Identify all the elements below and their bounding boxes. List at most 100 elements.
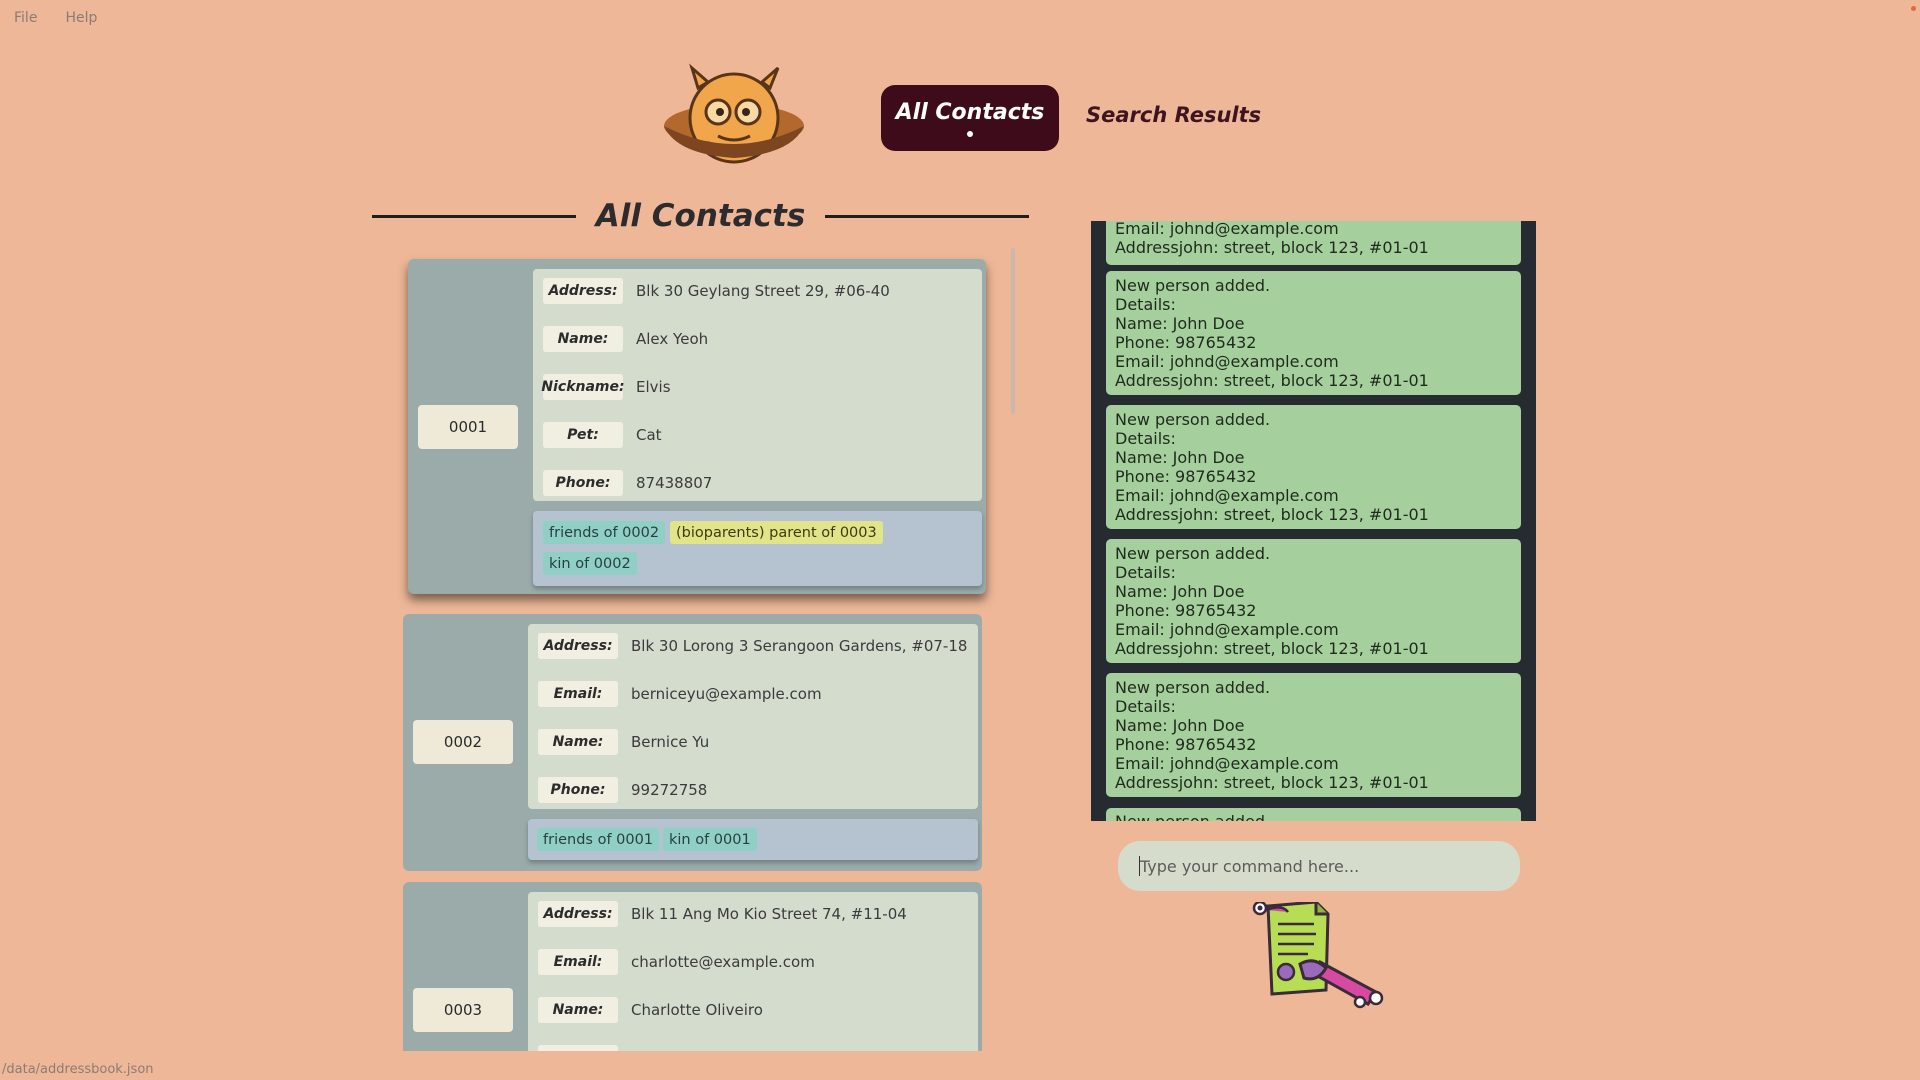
field-row: Name: Bernice Yu <box>538 728 709 756</box>
field-label: Name: <box>538 997 618 1023</box>
contact-list[interactable]: 0001 Address: Blk 30 Geylang Street 29, … <box>395 248 1011 1051</box>
result-line: Name: John Doe <box>1115 314 1245 333</box>
contact-fields: Address: Blk 30 Lorong 3 Serangoon Garde… <box>528 624 978 809</box>
result-line: Email: johnd@example.com <box>1115 352 1339 371</box>
field-label: Pet: <box>543 422 623 448</box>
relationship-tag: (bioparents) parent of 0003 <box>670 521 883 544</box>
command-input[interactable] <box>1118 841 1520 891</box>
field-value: Bernice Yu <box>631 733 710 751</box>
result-line: Details: <box>1115 429 1176 448</box>
result-message: New person added. Details: Name: John Do… <box>1106 271 1521 395</box>
field-value: 87438807 <box>636 474 713 492</box>
section-header: All Contacts <box>372 195 1030 237</box>
contact-id: 0001 <box>418 405 518 449</box>
result-line: New person added. <box>1115 410 1271 429</box>
field-label <box>538 1045 618 1051</box>
result-line: Addressjohn: street, block 123, #01-01 <box>1115 639 1429 658</box>
result-line: Email: johnd@example.com <box>1115 486 1339 505</box>
field-label: Address: <box>538 633 618 659</box>
title-rule-right <box>825 214 1030 218</box>
field-row: Email: charlotte@example.com <box>538 948 815 976</box>
result-line: Name: John Doe <box>1115 582 1245 601</box>
field-row: Phone: 87438807 <box>543 469 712 497</box>
contact-card[interactable]: 0001 Address: Blk 30 Geylang Street 29, … <box>408 259 986 594</box>
field-row: Name: Charlotte Oliveiro <box>538 996 763 1024</box>
title-rule-left <box>372 214 576 218</box>
menu-bar: File Help <box>0 0 111 36</box>
field-row: Pet: Cat <box>543 421 662 449</box>
result-line: Details: <box>1115 697 1176 716</box>
result-line: Phone: 98765432 <box>1115 601 1257 620</box>
field-value: Charlotte Oliveiro <box>631 1001 763 1019</box>
contact-list-scrollbar[interactable] <box>1011 248 1015 414</box>
field-value: Elvis <box>636 378 671 396</box>
contact-card[interactable]: 0003 Address: Blk 11 Ang Mo Kio Street 7… <box>403 882 982 1051</box>
result-display-panel[interactable]: Email: johnd@example.com Addressjohn: st… <box>1091 221 1536 821</box>
field-row: Address: Blk 30 Lorong 3 Serangoon Garde… <box>538 632 967 660</box>
field-label: Name: <box>543 326 623 352</box>
contact-fields: Address: Blk 11 Ang Mo Kio Street 74, #1… <box>528 892 978 1051</box>
contact-id: 0002 <box>413 720 513 764</box>
relationship-tags: friends of 0002 (bioparents) parent of 0… <box>533 511 982 586</box>
result-line: Phone: 98765432 <box>1115 467 1257 486</box>
result-line: Details: <box>1115 563 1176 582</box>
field-value: Cat <box>636 426 662 444</box>
field-value: Blk 30 Geylang Street 29, #06-40 <box>636 282 890 300</box>
result-message: New person added. Details: Name: John Do… <box>1106 673 1521 797</box>
field-value: 99272758 <box>631 781 708 799</box>
tab-search-results[interactable]: Search Results <box>1086 103 1261 127</box>
result-line: Addressjohn: street, block 123, #01-01 <box>1115 371 1429 390</box>
field-label: Name: <box>538 729 618 755</box>
result-line: Addressjohn: street, block 123, #01-01 <box>1115 773 1429 792</box>
field-row-partial <box>538 1044 618 1051</box>
relationship-tag: kin of 0002 <box>543 552 637 575</box>
result-message: New person added. Details: Name: John Do… <box>1106 405 1521 529</box>
field-label: Email: <box>538 681 618 707</box>
field-value: Alex Yeoh <box>636 330 709 348</box>
field-row: Address: Blk 11 Ang Mo Kio Street 74, #1… <box>538 900 907 928</box>
status-bar-save-path: /data/addressbook.json <box>2 1062 154 1077</box>
relationship-tag: friends of 0001 <box>537 828 660 851</box>
monster-planet-logo <box>664 63 804 164</box>
page-title: All Contacts <box>595 198 806 234</box>
field-row: Address: Blk 30 Geylang Street 29, #06-4… <box>543 277 890 305</box>
result-line: Email: johnd@example.com <box>1115 754 1339 773</box>
relationship-tags: friends of 0001 kin of 0001 <box>528 819 978 860</box>
field-value: charlotte@example.com <box>631 953 815 971</box>
result-message: Email: johnd@example.com Addressjohn: st… <box>1106 221 1521 265</box>
active-tab-indicator <box>967 130 973 137</box>
field-value: berniceyu@example.com <box>631 685 822 703</box>
field-value: Blk 11 Ang Mo Kio Street 74, #11-04 <box>631 905 907 923</box>
result-line: Phone: 98765432 <box>1115 333 1257 352</box>
result-line: Details: <box>1115 295 1176 314</box>
result-line: Addressjohn: street, block 123, #01-01 <box>1115 505 1429 524</box>
field-label: Address: <box>543 278 623 304</box>
field-label: Nickname: <box>541 374 625 400</box>
field-row: Phone: 99272758 <box>538 776 707 804</box>
result-message: New person added. <box>1106 808 1521 821</box>
field-row: Email: berniceyu@example.com <box>538 680 822 708</box>
field-row: Nickname: Elvis <box>541 373 671 401</box>
contact-card[interactable]: 0002 Address: Blk 30 Lorong 3 Serangoon … <box>403 614 982 871</box>
field-row: Name: Alex Yeoh <box>543 325 708 353</box>
field-label: Email: <box>538 949 618 975</box>
contact-id: 0003 <box>413 988 513 1032</box>
result-line: New person added. <box>1115 276 1271 295</box>
result-line: New person added. <box>1115 544 1271 563</box>
relationship-tag: friends of 0002 <box>543 521 666 544</box>
document-monster-icon <box>1252 902 1384 1009</box>
result-line: New person added. <box>1106 812 1521 821</box>
field-value: Blk 30 Lorong 3 Serangoon Gardens, #07-1… <box>631 637 968 655</box>
menu-file[interactable]: File <box>0 0 51 36</box>
tab-all-contacts[interactable]: All Contacts <box>881 85 1059 151</box>
result-line: Phone: 98765432 <box>1115 735 1257 754</box>
tab-all-contacts-label: All Contacts <box>895 99 1045 125</box>
result-line: Email: johnd@example.com <box>1115 620 1339 639</box>
relationship-tag: kin of 0001 <box>663 828 757 851</box>
text-caret <box>1139 856 1140 876</box>
field-label: Address: <box>538 901 618 927</box>
contact-fields: Address: Blk 30 Geylang Street 29, #06-4… <box>533 269 982 501</box>
menu-help[interactable]: Help <box>51 0 111 36</box>
result-line: New person added. <box>1115 678 1271 697</box>
field-label: Phone: <box>543 470 623 496</box>
